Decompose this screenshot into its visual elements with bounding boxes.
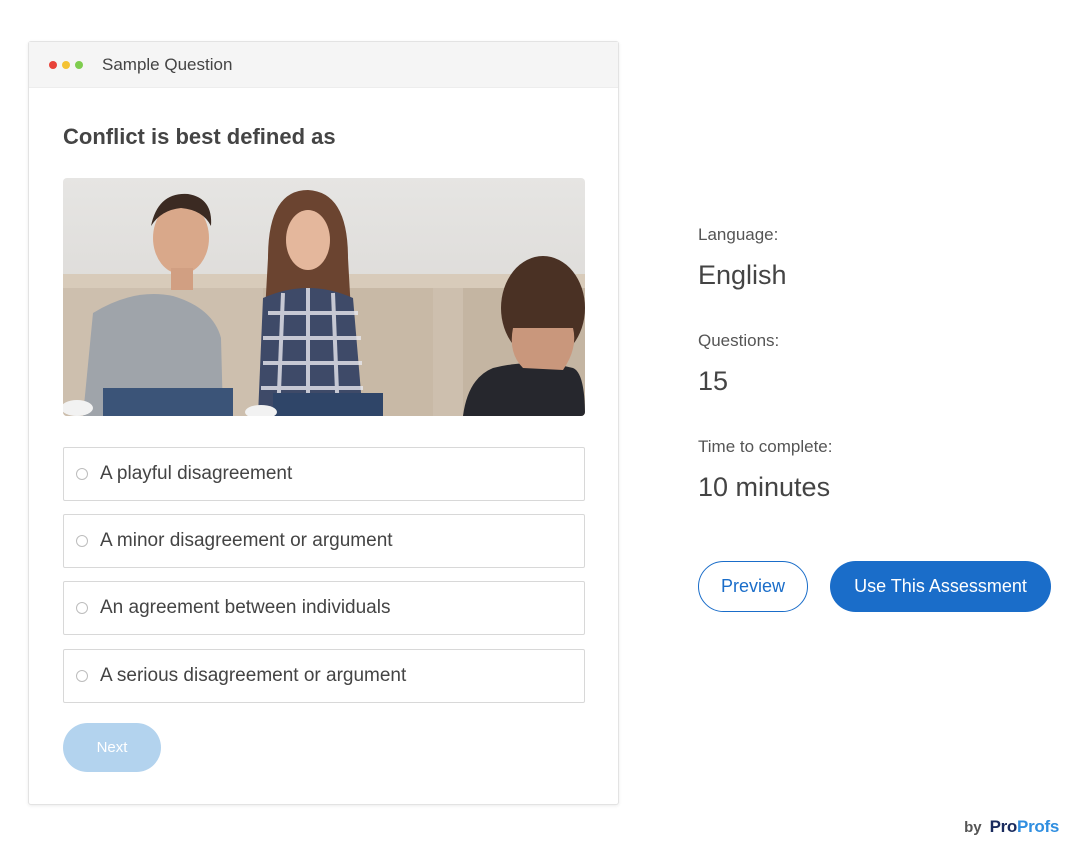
proprofs-logo[interactable]: ProProfs <box>989 817 1060 837</box>
answer-option-4[interactable]: A serious disagreement or argument <box>63 649 585 703</box>
language-value: English <box>698 260 787 290</box>
option-label: A serious disagreement or argument <box>100 665 407 686</box>
next-button[interactable]: Next <box>63 723 161 772</box>
use-assessment-button[interactable]: Use This Assessment <box>830 561 1051 612</box>
questions-value: 15 <box>698 366 729 396</box>
preview-button[interactable]: Preview <box>698 561 808 612</box>
language-label: Language: <box>698 225 779 244</box>
answer-option-3[interactable]: An agreement between individuals <box>63 581 585 635</box>
radio-circle-icon[interactable] <box>76 468 88 480</box>
logo-part-2: Profs <box>1017 817 1059 836</box>
card-header: Sample Question <box>29 42 618 88</box>
window-dots <box>49 60 88 69</box>
photo-counseling-session-icon <box>63 190 585 416</box>
option-label: A playful disagreement <box>100 463 293 484</box>
yellow-dot-icon <box>62 60 70 69</box>
option-label: A minor disagreement or argument <box>100 530 393 551</box>
card-title: Sample Question <box>102 54 233 74</box>
time-label: Time to complete: <box>698 437 833 456</box>
questions-label: Questions: <box>698 331 780 350</box>
option-label: An agreement between individuals <box>100 597 391 618</box>
red-dot-icon <box>49 60 57 69</box>
answer-option-2[interactable]: A minor disagreement or argument <box>63 514 585 568</box>
question-text: Conflict is best defined as <box>63 124 336 149</box>
question-image <box>63 178 585 416</box>
radio-circle-icon[interactable] <box>76 602 88 614</box>
sample-question-card: Sample Question Conflict is best defined… <box>28 41 619 805</box>
radio-circle-icon[interactable] <box>76 535 88 547</box>
brand-footer[interactable]: by ProProfs <box>964 817 1059 837</box>
time-value: 10 minutes <box>698 472 831 502</box>
logo-part-1: Pro <box>989 817 1018 836</box>
page: Sample Question Conflict is best defined… <box>0 0 1079 852</box>
answer-option-1[interactable]: A playful disagreement <box>63 447 585 501</box>
brand-by: by <box>964 819 982 836</box>
green-dot-icon <box>75 60 83 69</box>
radio-circle-icon[interactable] <box>76 670 88 682</box>
